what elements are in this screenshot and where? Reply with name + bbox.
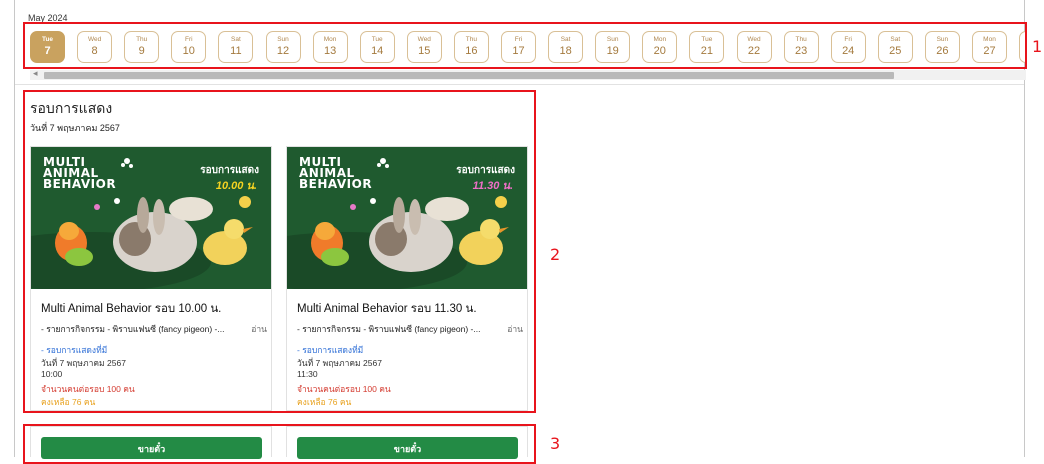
annotation-number-2: 2 [550,245,561,264]
date-scrollbar[interactable]: ◂ [30,68,1026,80]
annotation-number-3: 3 [550,434,561,453]
annotation-number-1: 1 [1032,37,1043,56]
highlight-box-3 [23,424,536,464]
highlight-box-2 [23,90,536,413]
scroll-left-icon[interactable]: ◂ [33,68,38,79]
highlight-box-1 [23,22,1027,69]
scrollbar-thumb[interactable] [44,72,894,79]
divider [15,84,1024,85]
